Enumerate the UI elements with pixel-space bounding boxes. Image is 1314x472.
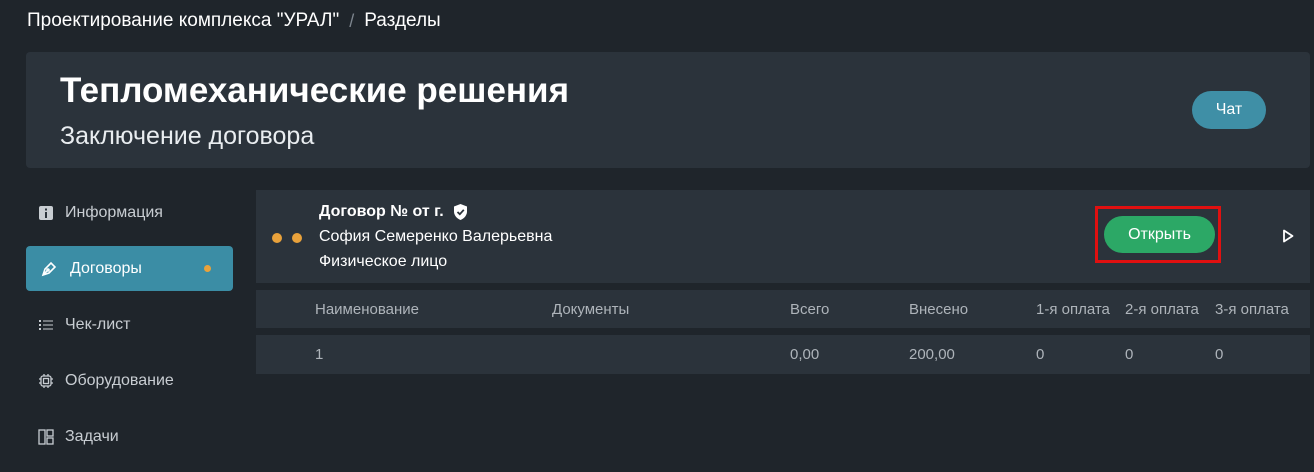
payments-table-header: Наименование Документы Всего Внесено 1-я…	[256, 290, 1310, 328]
sidebar-item-label: Информация	[65, 203, 163, 221]
pen-icon	[40, 260, 58, 278]
column-header-paid: Внесено	[909, 300, 969, 318]
breadcrumb: Проектирование комплекса "УРАЛ" / Раздел…	[27, 9, 441, 33]
cell-payment-2: 0	[1125, 346, 1134, 363]
column-header-payment-1: 1-я оплата	[1036, 300, 1110, 318]
cell-payment-3: 0	[1215, 346, 1224, 363]
breadcrumb-separator: /	[349, 10, 355, 31]
notification-dot	[204, 265, 211, 272]
section-header: Тепломеханические решения Заключение дог…	[26, 52, 1310, 168]
info-icon	[37, 204, 55, 222]
sidebar-item-label: Чек-лист	[65, 315, 131, 333]
contract-card: Договор № от г. София Семеренко Валерьев…	[256, 190, 1310, 283]
cell-paid: 200,00	[909, 346, 955, 363]
sidebar-item-label: Задачи	[65, 427, 119, 445]
sidebar-item-label: Оборудование	[65, 371, 174, 389]
table-row[interactable]: 1 0,00 200,00 0 0 0	[256, 335, 1310, 374]
status-dots	[272, 233, 302, 243]
board-icon	[37, 428, 55, 446]
contract-title: Договор № от г.	[319, 203, 469, 221]
column-header-documents: Документы	[552, 300, 630, 318]
breadcrumb-sections-link[interactable]: Разделы	[364, 10, 440, 32]
cell-total: 0,00	[790, 346, 820, 363]
page-subtitle: Заключение договора	[60, 122, 315, 150]
open-button[interactable]: Открыть	[1104, 216, 1215, 253]
sidebar-item-checklist[interactable]: Чек-лист	[26, 302, 233, 347]
status-dot	[292, 233, 302, 243]
sidebar: Информация Договоры Чек-лист Оборудовани…	[26, 190, 233, 470]
contract-title-text: Договор № от г.	[319, 203, 444, 220]
sidebar-item-equipment[interactable]: Оборудование	[26, 358, 233, 403]
status-dot	[272, 233, 282, 243]
sidebar-item-info[interactable]: Информация	[26, 190, 233, 235]
chip-icon	[37, 372, 55, 390]
column-header-name: Наименование	[315, 300, 419, 318]
sidebar-item-label: Договоры	[70, 259, 142, 277]
list-icon	[37, 316, 55, 334]
breadcrumb-project-link[interactable]: Проектирование комплекса "УРАЛ"	[27, 10, 339, 32]
contract-person: София Семеренко Валерьевна	[319, 228, 553, 245]
cell-name: 1	[315, 346, 324, 363]
highlight-box: Открыть	[1095, 206, 1221, 263]
column-header-total: Всего	[790, 300, 830, 318]
sidebar-item-tasks[interactable]: Задачи	[26, 414, 233, 459]
sidebar-item-contracts[interactable]: Договоры	[26, 246, 233, 291]
column-header-payment-2: 2-я оплата	[1125, 300, 1199, 318]
cell-payment-1: 0	[1036, 346, 1045, 363]
page-title: Тепломеханические решения	[60, 71, 569, 110]
shield-check-icon	[452, 203, 469, 221]
triangle-right-icon[interactable]	[1280, 228, 1296, 244]
column-header-payment-3: 3-я оплата	[1215, 300, 1289, 318]
contract-person-type: Физическое лицо	[319, 253, 448, 270]
chat-button[interactable]: Чат	[1192, 91, 1266, 129]
